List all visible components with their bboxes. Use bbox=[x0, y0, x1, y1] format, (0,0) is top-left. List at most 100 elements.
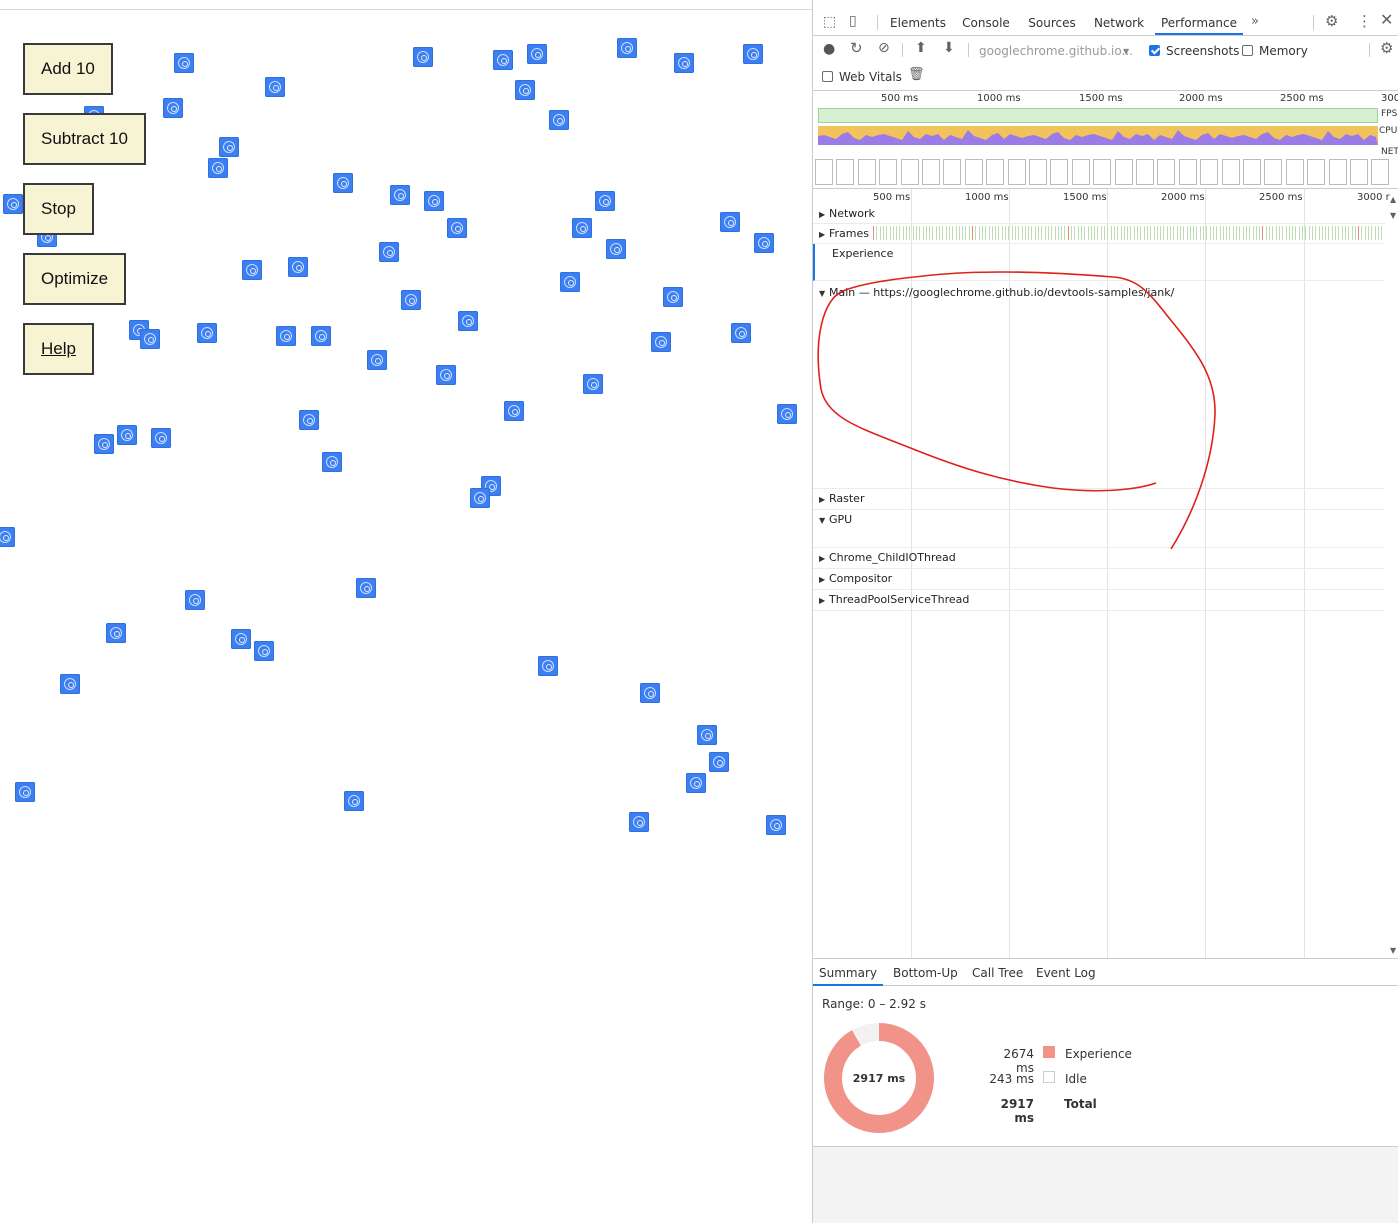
screenshot-thumbnail[interactable] bbox=[1264, 159, 1283, 185]
frame-tick bbox=[925, 226, 927, 240]
tab-performance[interactable]: Performance bbox=[1155, 9, 1243, 35]
tab-summary[interactable]: Summary bbox=[813, 959, 883, 986]
screenshot-thumbnail[interactable] bbox=[1093, 159, 1112, 185]
tab-console[interactable]: Console bbox=[959, 9, 1013, 35]
stop-button[interactable]: Stop bbox=[23, 183, 94, 235]
tab-elements[interactable]: Elements bbox=[889, 9, 947, 35]
frame-tick bbox=[1335, 226, 1336, 240]
frame-tick bbox=[1318, 226, 1320, 240]
kebab-menu-icon[interactable]: ⋮ bbox=[1357, 14, 1372, 29]
frame-tick bbox=[1117, 226, 1119, 240]
track-frames[interactable]: ▶ Frames bbox=[813, 224, 1385, 244]
download-icon[interactable]: ⬇ bbox=[943, 41, 955, 55]
frame-tick bbox=[985, 226, 987, 240]
screenshot-thumbnail[interactable] bbox=[1029, 159, 1047, 185]
frame-tick bbox=[1311, 226, 1313, 240]
screenshot-thumbnail[interactable] bbox=[1136, 159, 1154, 185]
tab-event-log[interactable]: Event Log bbox=[1036, 959, 1096, 986]
flame-tick-label: 500 ms bbox=[873, 192, 911, 203]
chrome-logo-icon bbox=[390, 185, 410, 205]
help-button[interactable]: Help bbox=[23, 323, 94, 375]
tab-bottom-up[interactable]: Bottom-Up bbox=[893, 959, 958, 986]
screenshot-thumbnail[interactable] bbox=[1350, 159, 1368, 185]
screenshot-thumbnail[interactable] bbox=[1243, 159, 1261, 185]
recording-select[interactable]: googlechrome.github.io... bbox=[979, 44, 1133, 58]
frame-tick bbox=[912, 226, 914, 240]
screenshot-thumbnail[interactable] bbox=[836, 159, 855, 185]
flame-chart[interactable]: 500 ms 1000 ms 1500 ms 2000 ms 2500 ms 3000 r… bbox=[813, 188, 1398, 959]
chrome-logo-icon bbox=[265, 77, 285, 97]
dropdown-arrow-icon[interactable]: ▼ bbox=[1123, 45, 1129, 59]
track-network[interactable]: ▶ Network bbox=[813, 205, 1385, 224]
chrome-logo-icon bbox=[754, 233, 774, 253]
record-icon[interactable]: ● bbox=[823, 42, 835, 56]
memory-checkbox[interactable] bbox=[1242, 45, 1253, 56]
screenshot-thumbnail[interactable] bbox=[964, 159, 983, 185]
screenshot-thumbnail[interactable] bbox=[1114, 159, 1133, 185]
screenshot-thumbnail[interactable] bbox=[1307, 159, 1326, 185]
idle-value: 243 ms bbox=[989, 1072, 1034, 1086]
clear-icon[interactable]: ⊘ bbox=[878, 41, 890, 55]
device-toolbar-icon[interactable]: ▯ bbox=[849, 14, 857, 28]
trash-icon[interactable]: 🗑 bbox=[908, 68, 925, 82]
timeline-overview[interactable]: 500 ms 1000 ms 1500 ms 2000 ms 2500 ms 300 FP… bbox=[813, 90, 1398, 189]
screenshot-thumbnail[interactable] bbox=[1007, 159, 1026, 185]
screenshot-thumbnail[interactable] bbox=[986, 159, 1005, 185]
track-main[interactable]: ▼ Main — https://googlechrome.github.io/d… bbox=[813, 281, 1385, 489]
screenshot-thumbnail[interactable] bbox=[1328, 159, 1347, 185]
frame-tick bbox=[1001, 226, 1003, 240]
screenshot-thumbnail[interactable] bbox=[1285, 159, 1304, 185]
subtract-10-button[interactable]: Subtract 10 bbox=[23, 113, 146, 165]
summary-donut-chart: 2917 ms bbox=[824, 1023, 934, 1133]
frame-tick bbox=[1130, 226, 1132, 240]
track-raster[interactable]: ▶ Raster bbox=[813, 489, 1385, 510]
track-experience[interactable]: Experience bbox=[813, 244, 1385, 281]
screenshots-label: Screenshots bbox=[1166, 44, 1240, 58]
chrome-logo-icon bbox=[560, 272, 580, 292]
chevron-double-right-icon[interactable]: » bbox=[1251, 15, 1259, 29]
track-threadpoolservicethread[interactable]: ▶ ThreadPoolServiceThread bbox=[813, 590, 1385, 611]
screenshot-thumbnail[interactable] bbox=[900, 159, 919, 185]
web-vitals-checkbox[interactable] bbox=[822, 71, 833, 82]
reload-record-icon[interactable]: ↻ bbox=[850, 41, 863, 56]
frame-tick bbox=[1123, 226, 1125, 240]
screenshot-thumbnail[interactable] bbox=[879, 159, 898, 185]
optimize-button[interactable]: Optimize bbox=[23, 253, 127, 305]
frame-tick bbox=[1143, 226, 1145, 240]
upload-icon[interactable]: ⬆ bbox=[915, 41, 927, 55]
screenshot-thumbnail[interactable] bbox=[1178, 159, 1197, 185]
screenshot-thumbnail[interactable] bbox=[815, 159, 833, 185]
screenshot-thumbnail[interactable] bbox=[857, 159, 876, 185]
track-compositor[interactable]: ▶ Compositor bbox=[813, 569, 1385, 590]
tab-network[interactable]: Network bbox=[1091, 9, 1147, 35]
tab-call-tree[interactable]: Call Tree bbox=[972, 959, 1023, 986]
chrome-logo-icon bbox=[527, 44, 547, 64]
screenshot-thumbnail[interactable] bbox=[1050, 159, 1069, 185]
screenshot-thumbnail[interactable] bbox=[922, 159, 940, 185]
close-icon[interactable]: ✕ bbox=[1380, 12, 1393, 28]
screenshot-thumbnail[interactable] bbox=[1371, 159, 1390, 185]
gear-icon[interactable]: ⚙ bbox=[1325, 14, 1338, 29]
screenshot-thumbnail[interactable] bbox=[1200, 159, 1219, 185]
inspect-element-icon[interactable]: ⬚ bbox=[823, 15, 836, 29]
capture-settings-gear-icon[interactable]: ⚙ bbox=[1380, 41, 1393, 56]
screenshot-thumbnail[interactable] bbox=[1157, 159, 1176, 185]
scroll-up-icon[interactable]: ▲ bbox=[1390, 193, 1396, 207]
frame-tick bbox=[1156, 226, 1158, 240]
tab-sources[interactable]: Sources bbox=[1025, 9, 1079, 35]
flame-tick-label: 1500 ms bbox=[1063, 192, 1107, 203]
add-10-button[interactable]: Add 10 bbox=[23, 43, 113, 95]
track-gpu[interactable]: ▼ GPU bbox=[813, 510, 1385, 548]
scroll-down-icon[interactable]: ▼ bbox=[1390, 209, 1396, 223]
chrome-logo-icon bbox=[299, 410, 319, 430]
page-top-border bbox=[0, 9, 812, 10]
chrome-logo-icon bbox=[458, 311, 478, 331]
screenshots-checkbox[interactable] bbox=[1149, 45, 1160, 56]
screenshot-thumbnail[interactable] bbox=[1221, 159, 1240, 185]
screenshot-thumbnail[interactable] bbox=[943, 159, 962, 185]
screenshot-thumbnail[interactable] bbox=[1071, 159, 1090, 185]
frame-tick bbox=[1226, 226, 1228, 240]
memory-label: Memory bbox=[1259, 44, 1308, 58]
scroll-bottom-icon[interactable]: ▼ bbox=[1390, 944, 1396, 958]
track-chrome-childiothread[interactable]: ▶ Chrome_ChildIOThread bbox=[813, 548, 1385, 569]
